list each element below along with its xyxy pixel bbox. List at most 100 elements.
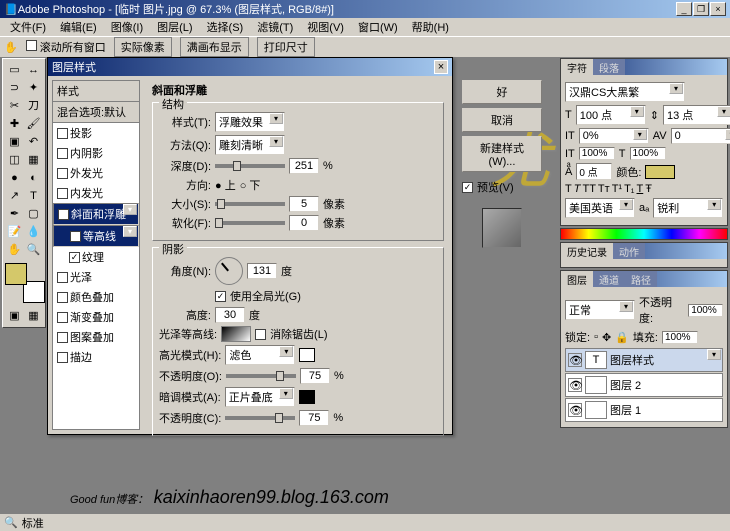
- effect-inner-shadow[interactable]: 内阴影: [53, 143, 139, 163]
- depth-input[interactable]: 251: [289, 158, 319, 174]
- notes-tool-icon[interactable]: 📝: [5, 223, 24, 241]
- tab-history[interactable]: 历史记录: [561, 243, 613, 259]
- stamp-tool-icon[interactable]: ▣: [5, 133, 24, 151]
- menu-file[interactable]: 文件(F): [4, 18, 52, 36]
- shadow-opacity-slider[interactable]: [225, 416, 295, 420]
- brush-tool-icon[interactable]: 🖌: [24, 115, 43, 133]
- highlight-opacity-slider[interactable]: [226, 374, 296, 378]
- visibility-icon[interactable]: 👁: [568, 353, 582, 367]
- size-slider[interactable]: [215, 202, 285, 206]
- tab-character[interactable]: 字符: [561, 59, 593, 75]
- menu-edit[interactable]: 编辑(E): [54, 18, 103, 36]
- lock-position-icon[interactable]: ✥: [602, 331, 611, 344]
- ok-button[interactable]: 好: [462, 80, 542, 104]
- dir-up-radio[interactable]: ● 上: [215, 177, 236, 193]
- effect-outer-glow[interactable]: 外发光: [53, 163, 139, 183]
- tab-layers[interactable]: 图层: [561, 271, 593, 287]
- highlight-mode-select[interactable]: 滤色: [225, 345, 295, 365]
- effect-texture[interactable]: ✓纹理: [53, 247, 139, 267]
- visibility-icon[interactable]: 👁: [568, 403, 582, 417]
- highlight-opacity-input[interactable]: 75: [300, 368, 330, 384]
- global-light-checkbox[interactable]: ✓: [215, 291, 226, 302]
- path-tool-icon[interactable]: ↗: [5, 187, 24, 205]
- list-header-styles[interactable]: 样式: [53, 81, 139, 102]
- new-style-button[interactable]: 新建样式(W)...: [462, 136, 542, 172]
- antialias-checkbox[interactable]: [255, 329, 266, 340]
- effect-gradient-overlay[interactable]: 渐变叠加: [53, 307, 139, 327]
- color-swatch[interactable]: [5, 263, 45, 303]
- lock-all-icon[interactable]: 🔒: [615, 331, 629, 344]
- shadow-color[interactable]: [299, 390, 315, 404]
- width-input[interactable]: 100%: [630, 147, 666, 160]
- leading-select[interactable]: 13 点: [663, 105, 730, 125]
- tracking-select[interactable]: 0: [671, 128, 730, 144]
- dodge-tool-icon[interactable]: ◐: [24, 169, 43, 187]
- tab-channels[interactable]: 通道: [593, 271, 625, 287]
- font-size-select[interactable]: 100 点: [576, 105, 646, 125]
- vertical-scale-select[interactable]: 0%: [579, 128, 649, 144]
- size-input[interactable]: 5: [289, 196, 319, 212]
- effect-satin[interactable]: 光泽: [53, 267, 139, 287]
- tab-paths[interactable]: 路径: [625, 271, 657, 287]
- menu-select[interactable]: 选择(S): [201, 18, 250, 36]
- effect-drop-shadow[interactable]: 投影: [53, 123, 139, 143]
- technique-select[interactable]: 雕刻清晰: [215, 135, 285, 155]
- cancel-button[interactable]: 取消: [462, 108, 542, 132]
- history-brush-icon[interactable]: ↶: [24, 133, 43, 151]
- allcaps-icon[interactable]: TT: [582, 183, 595, 195]
- altitude-input[interactable]: 30: [215, 307, 245, 323]
- preview-checkbox[interactable]: ✓: [462, 182, 473, 193]
- tab-paragraph[interactable]: 段落: [593, 59, 625, 75]
- blur-tool-icon[interactable]: ●: [5, 169, 24, 187]
- layer-row[interactable]: 👁图层 1: [565, 398, 723, 422]
- effect-bevel-emboss[interactable]: ✓斜面和浮雕: [53, 203, 139, 225]
- dir-down-radio[interactable]: ○ 下: [240, 177, 261, 193]
- layer-row[interactable]: 👁图层 2: [565, 373, 723, 397]
- eyedropper-tool-icon[interactable]: 💧: [24, 223, 43, 241]
- highlight-color[interactable]: [299, 348, 315, 362]
- effect-color-overlay[interactable]: 颜色叠加: [53, 287, 139, 307]
- heal-tool-icon[interactable]: ✚: [5, 115, 24, 133]
- visibility-icon[interactable]: 👁: [568, 378, 582, 392]
- fill-input[interactable]: 100%: [662, 331, 698, 344]
- screen-mode-full-icon[interactable]: ▦: [24, 307, 43, 325]
- maximize-button[interactable]: ❐: [693, 2, 709, 16]
- bold-icon[interactable]: T: [565, 183, 572, 195]
- menu-image[interactable]: 图像(I): [105, 18, 149, 36]
- angle-input[interactable]: 131: [247, 263, 277, 279]
- list-header-blend[interactable]: 混合选项:默认: [53, 102, 139, 123]
- strike-icon[interactable]: Ŧ: [645, 183, 652, 195]
- lock-pixels-icon[interactable]: ▫: [594, 331, 598, 343]
- antialias-select[interactable]: 锐利: [653, 198, 723, 218]
- layer-row[interactable]: 👁T图层样式: [565, 348, 723, 372]
- smallcaps-icon[interactable]: Tᴛ: [598, 183, 610, 195]
- lasso-tool-icon[interactable]: ⊃: [5, 79, 24, 97]
- effect-stroke[interactable]: 描边: [53, 347, 139, 367]
- underline-icon[interactable]: T: [637, 183, 644, 195]
- text-color-swatch[interactable]: [645, 165, 675, 179]
- soften-slider[interactable]: [215, 221, 285, 225]
- tab-actions[interactable]: 动作: [613, 243, 645, 259]
- soften-input[interactable]: 0: [289, 215, 319, 231]
- eraser-tool-icon[interactable]: ◫: [5, 151, 24, 169]
- screen-mode-std-icon[interactable]: ▣: [5, 307, 24, 325]
- pen-tool-icon[interactable]: ✒: [5, 205, 24, 223]
- subscript-icon[interactable]: T₁: [624, 183, 634, 195]
- gradient-tool-icon[interactable]: ▦: [24, 151, 43, 169]
- type-tool-icon[interactable]: T: [24, 187, 43, 205]
- minimize-button[interactable]: _: [676, 2, 692, 16]
- language-select[interactable]: 美国英语: [565, 198, 635, 218]
- slice-tool-icon[interactable]: 刀: [24, 97, 43, 115]
- menu-filter[interactable]: 滤镜(T): [251, 18, 299, 36]
- fit-screen-button[interactable]: 满画布显示: [180, 37, 249, 57]
- blend-mode-select[interactable]: 正常: [565, 300, 635, 320]
- wand-tool-icon[interactable]: ✦: [24, 79, 43, 97]
- crop-tool-icon[interactable]: ✂: [5, 97, 24, 115]
- print-size-button[interactable]: 打印尺寸: [257, 37, 315, 57]
- gloss-contour[interactable]: [221, 326, 251, 342]
- baseline-input[interactable]: 0 点: [576, 163, 612, 180]
- opacity-input[interactable]: 100%: [688, 304, 723, 317]
- angle-dial[interactable]: [215, 257, 243, 285]
- hand-tool-icon[interactable]: ✋: [4, 41, 18, 54]
- move-tool-icon[interactable]: ↔: [24, 61, 43, 79]
